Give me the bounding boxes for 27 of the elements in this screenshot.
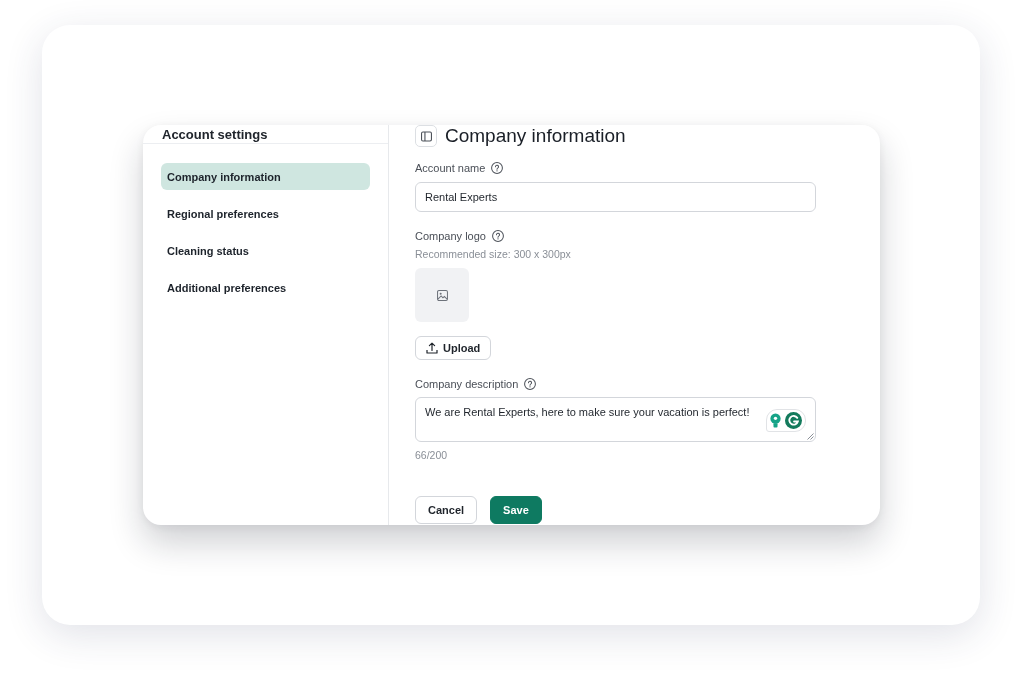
save-button[interactable]: Save [490,496,542,524]
character-counter: 66/200 [415,448,448,462]
upload-icon [426,342,438,354]
bulb-icon[interactable] [770,413,781,428]
resize-handle-icon[interactable] [807,433,814,440]
description-field[interactable]: We are Rental Experts, here to make sure your vacation is perfect! [415,397,816,442]
g-mark-icon[interactable] [785,412,802,429]
page-heading: Company information [445,125,626,147]
sidebar-item[interactable]: Additional preferences [161,274,370,301]
field-label: Account name [415,161,486,175]
upload-button[interactable]: Upload [415,336,492,360]
sidebar-item[interactable]: Cleaning status [161,237,370,264]
sidebar-item[interactable]: Company information [161,163,370,190]
help-icon[interactable] [524,378,537,390]
help-icon[interactable] [491,230,504,242]
field-label: Company description [415,377,519,391]
account-name-field[interactable]: Rental Experts [415,182,816,212]
cancel-button[interactable]: Cancel [415,496,478,524]
sidebar-title: Account settings [162,126,268,143]
assistant-widget[interactable] [766,409,806,432]
panel-toggle-button[interactable] [415,125,437,147]
sidebar-item[interactable]: Regional preferences [161,200,370,227]
size-hint: Recommended size: 300 x 300px [415,247,571,261]
panel-icon [420,130,432,142]
image-icon [436,289,448,301]
field-label: Company logo [415,229,486,243]
help-icon[interactable] [491,162,504,174]
